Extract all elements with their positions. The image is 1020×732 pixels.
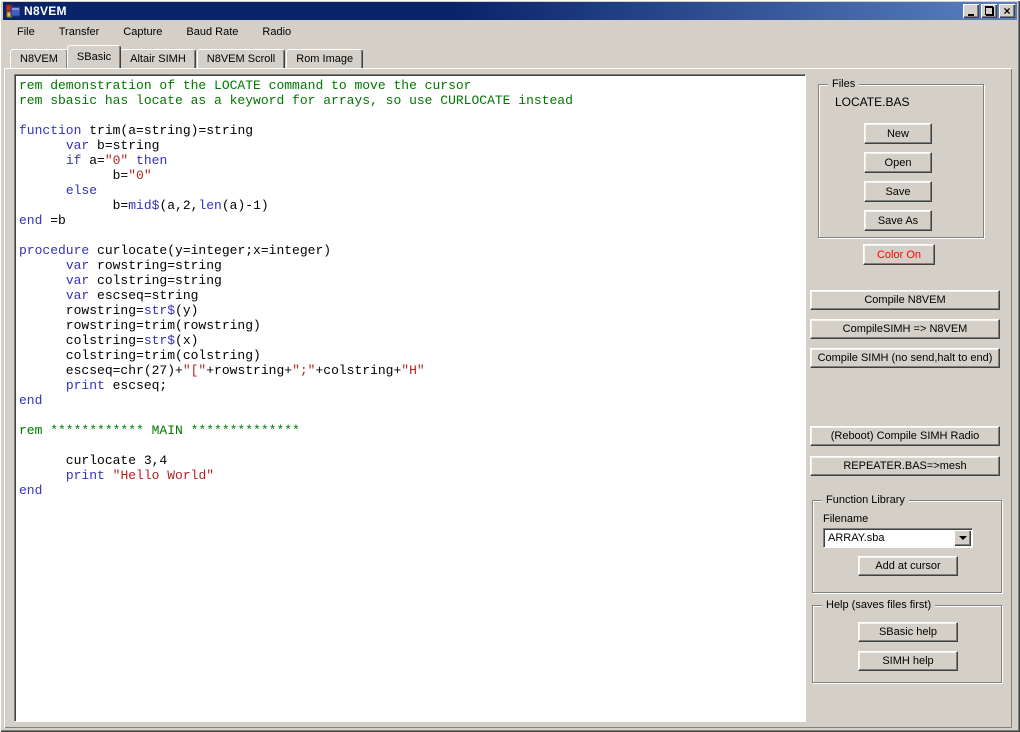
files-group: Files LOCATE.BAS New Open Save Save As bbox=[818, 78, 984, 238]
code-line: rowstring=trim(rowstring) bbox=[19, 318, 261, 333]
code-line: if a="0" then bbox=[65, 153, 168, 168]
code-line: function trim(a=string)=string bbox=[19, 123, 254, 138]
files-group-title: Files bbox=[828, 78, 860, 90]
file-buttons-stack: New Open Save Save As bbox=[864, 123, 932, 231]
chevron-down-icon bbox=[958, 536, 967, 540]
close-button[interactable]: × bbox=[999, 4, 1015, 18]
library-filename-combobox[interactable]: ARRAY.sba bbox=[823, 528, 973, 548]
code-line: var b=string bbox=[65, 138, 160, 153]
close-icon: × bbox=[1003, 4, 1011, 18]
menu-bar: File Transfer Capture Baud Rate Radio bbox=[3, 21, 1017, 43]
code-line: print escseq; bbox=[65, 378, 168, 393]
help-group: Help (saves files first) SBasic help SIMH… bbox=[812, 599, 1002, 683]
current-filename: LOCATE.BAS bbox=[835, 95, 910, 109]
code-line: var escseq=string bbox=[65, 288, 199, 303]
tab-n8vem[interactable]: N8VEM bbox=[10, 49, 68, 68]
code-line: var rowstring=string bbox=[65, 258, 222, 273]
files-button-save-as[interactable]: Save As bbox=[864, 210, 932, 231]
files-button-new[interactable]: New bbox=[864, 123, 932, 144]
menu-item-capture[interactable]: Capture bbox=[113, 23, 172, 41]
code-line: print "Hello World" bbox=[65, 468, 215, 483]
tab-strip: N8VEM SBasic Altair SIMH N8VEM Scroll Rom Im… bbox=[4, 45, 364, 68]
help-button-sbasic-help[interactable]: SBasic help bbox=[858, 622, 958, 642]
code-line: end bbox=[19, 393, 43, 408]
menu-item-file[interactable]: File bbox=[7, 23, 45, 41]
radio-button-reboot-compile-simh-radio[interactable]: (Reboot) Compile SIMH Radio bbox=[810, 426, 1000, 446]
code-line: curlocate 3,4 bbox=[19, 453, 168, 468]
code-line: colstring=trim(colstring) bbox=[19, 348, 261, 363]
code-line: rowstring=str$(y) bbox=[19, 303, 199, 318]
menu-item-radio[interactable]: Radio bbox=[252, 23, 301, 41]
combobox-value: ARRAY.sba bbox=[828, 532, 885, 544]
help-button-simh-help[interactable]: SIMH help bbox=[858, 651, 958, 671]
compile-button-compilesimh-n8vem[interactable]: CompileSIMH => N8VEM bbox=[810, 319, 1000, 339]
filename-label: Filename bbox=[823, 513, 869, 525]
titlebar-buttons: × bbox=[963, 4, 1017, 18]
files-button-save[interactable]: Save bbox=[864, 181, 932, 202]
code-editor[interactable]: rem demonstration of the LOCATE command … bbox=[14, 74, 806, 722]
code-line: b=mid$(a,2,len(a)-1) bbox=[19, 198, 269, 213]
code-line: rem sbasic has locate as a keyword for a… bbox=[19, 93, 573, 108]
code-line: rem demonstration of the LOCATE command … bbox=[19, 78, 472, 93]
code-line: rem ************ MAIN ************** bbox=[19, 423, 300, 438]
compile-buttons-stack: Compile N8VEM CompileSIMH => N8VEM Compile… bbox=[810, 290, 1000, 368]
window-title: N8VEM bbox=[24, 4, 67, 18]
tab-altair-simh[interactable]: Altair SIMH bbox=[120, 49, 196, 68]
files-button-open[interactable]: Open bbox=[864, 152, 932, 173]
color-on-button[interactable]: Color On bbox=[863, 244, 935, 265]
code-line: escseq=chr(27)+"["+rowstring+";"+colstri… bbox=[19, 363, 425, 378]
code-line: end bbox=[19, 483, 43, 498]
app-icon bbox=[5, 4, 21, 18]
function-library-title: Function Library bbox=[822, 494, 909, 506]
menu-item-baud-rate[interactable]: Baud Rate bbox=[176, 23, 248, 41]
tab-panel: rem demonstration of the LOCATE command … bbox=[4, 68, 1012, 728]
tab-rom-image[interactable]: Rom Image bbox=[286, 49, 364, 68]
code-line: colstring=str$(x) bbox=[19, 333, 199, 348]
minimize-button[interactable] bbox=[963, 4, 979, 18]
add-at-cursor-button[interactable]: Add at cursor bbox=[858, 556, 958, 576]
code-line: var colstring=string bbox=[65, 273, 222, 288]
restore-button[interactable] bbox=[981, 4, 997, 18]
tab-sbasic[interactable]: SBasic bbox=[66, 45, 122, 68]
radio-button-repeater-bas-mesh[interactable]: REPEATER.BAS=>mesh bbox=[810, 456, 1000, 476]
combobox-dropdown-button[interactable] bbox=[954, 530, 971, 546]
radio-buttons-stack: (Reboot) Compile SIMH Radio REPEATER.BAS=… bbox=[810, 426, 1000, 476]
app-window: N8VEM × File Transfer Capture Baud Rate Radi… bbox=[0, 0, 1020, 732]
code-line: procedure curlocate(y=integer;x=integer) bbox=[19, 243, 332, 258]
code-line: else bbox=[65, 183, 98, 198]
function-library-group: Function Library Filename ARRAY.sba Add … bbox=[812, 494, 1002, 593]
help-buttons-stack: SBasic help SIMH help bbox=[858, 622, 958, 671]
menu-item-transfer[interactable]: Transfer bbox=[49, 23, 110, 41]
tab-n8vem-scroll[interactable]: N8VEM Scroll bbox=[196, 49, 286, 68]
compile-button-compile-simh-no-send-halt-to-end[interactable]: Compile SIMH (no send,halt to end) bbox=[810, 348, 1000, 368]
restore-icon bbox=[984, 6, 994, 16]
code-line: b="0" bbox=[19, 168, 152, 183]
title-bar[interactable]: N8VEM × bbox=[3, 2, 1017, 20]
help-group-title: Help (saves files first) bbox=[822, 599, 936, 611]
minimize-icon bbox=[968, 13, 974, 16]
code-line: end =b bbox=[19, 213, 66, 228]
compile-button-compile-n8vem[interactable]: Compile N8VEM bbox=[810, 290, 1000, 310]
